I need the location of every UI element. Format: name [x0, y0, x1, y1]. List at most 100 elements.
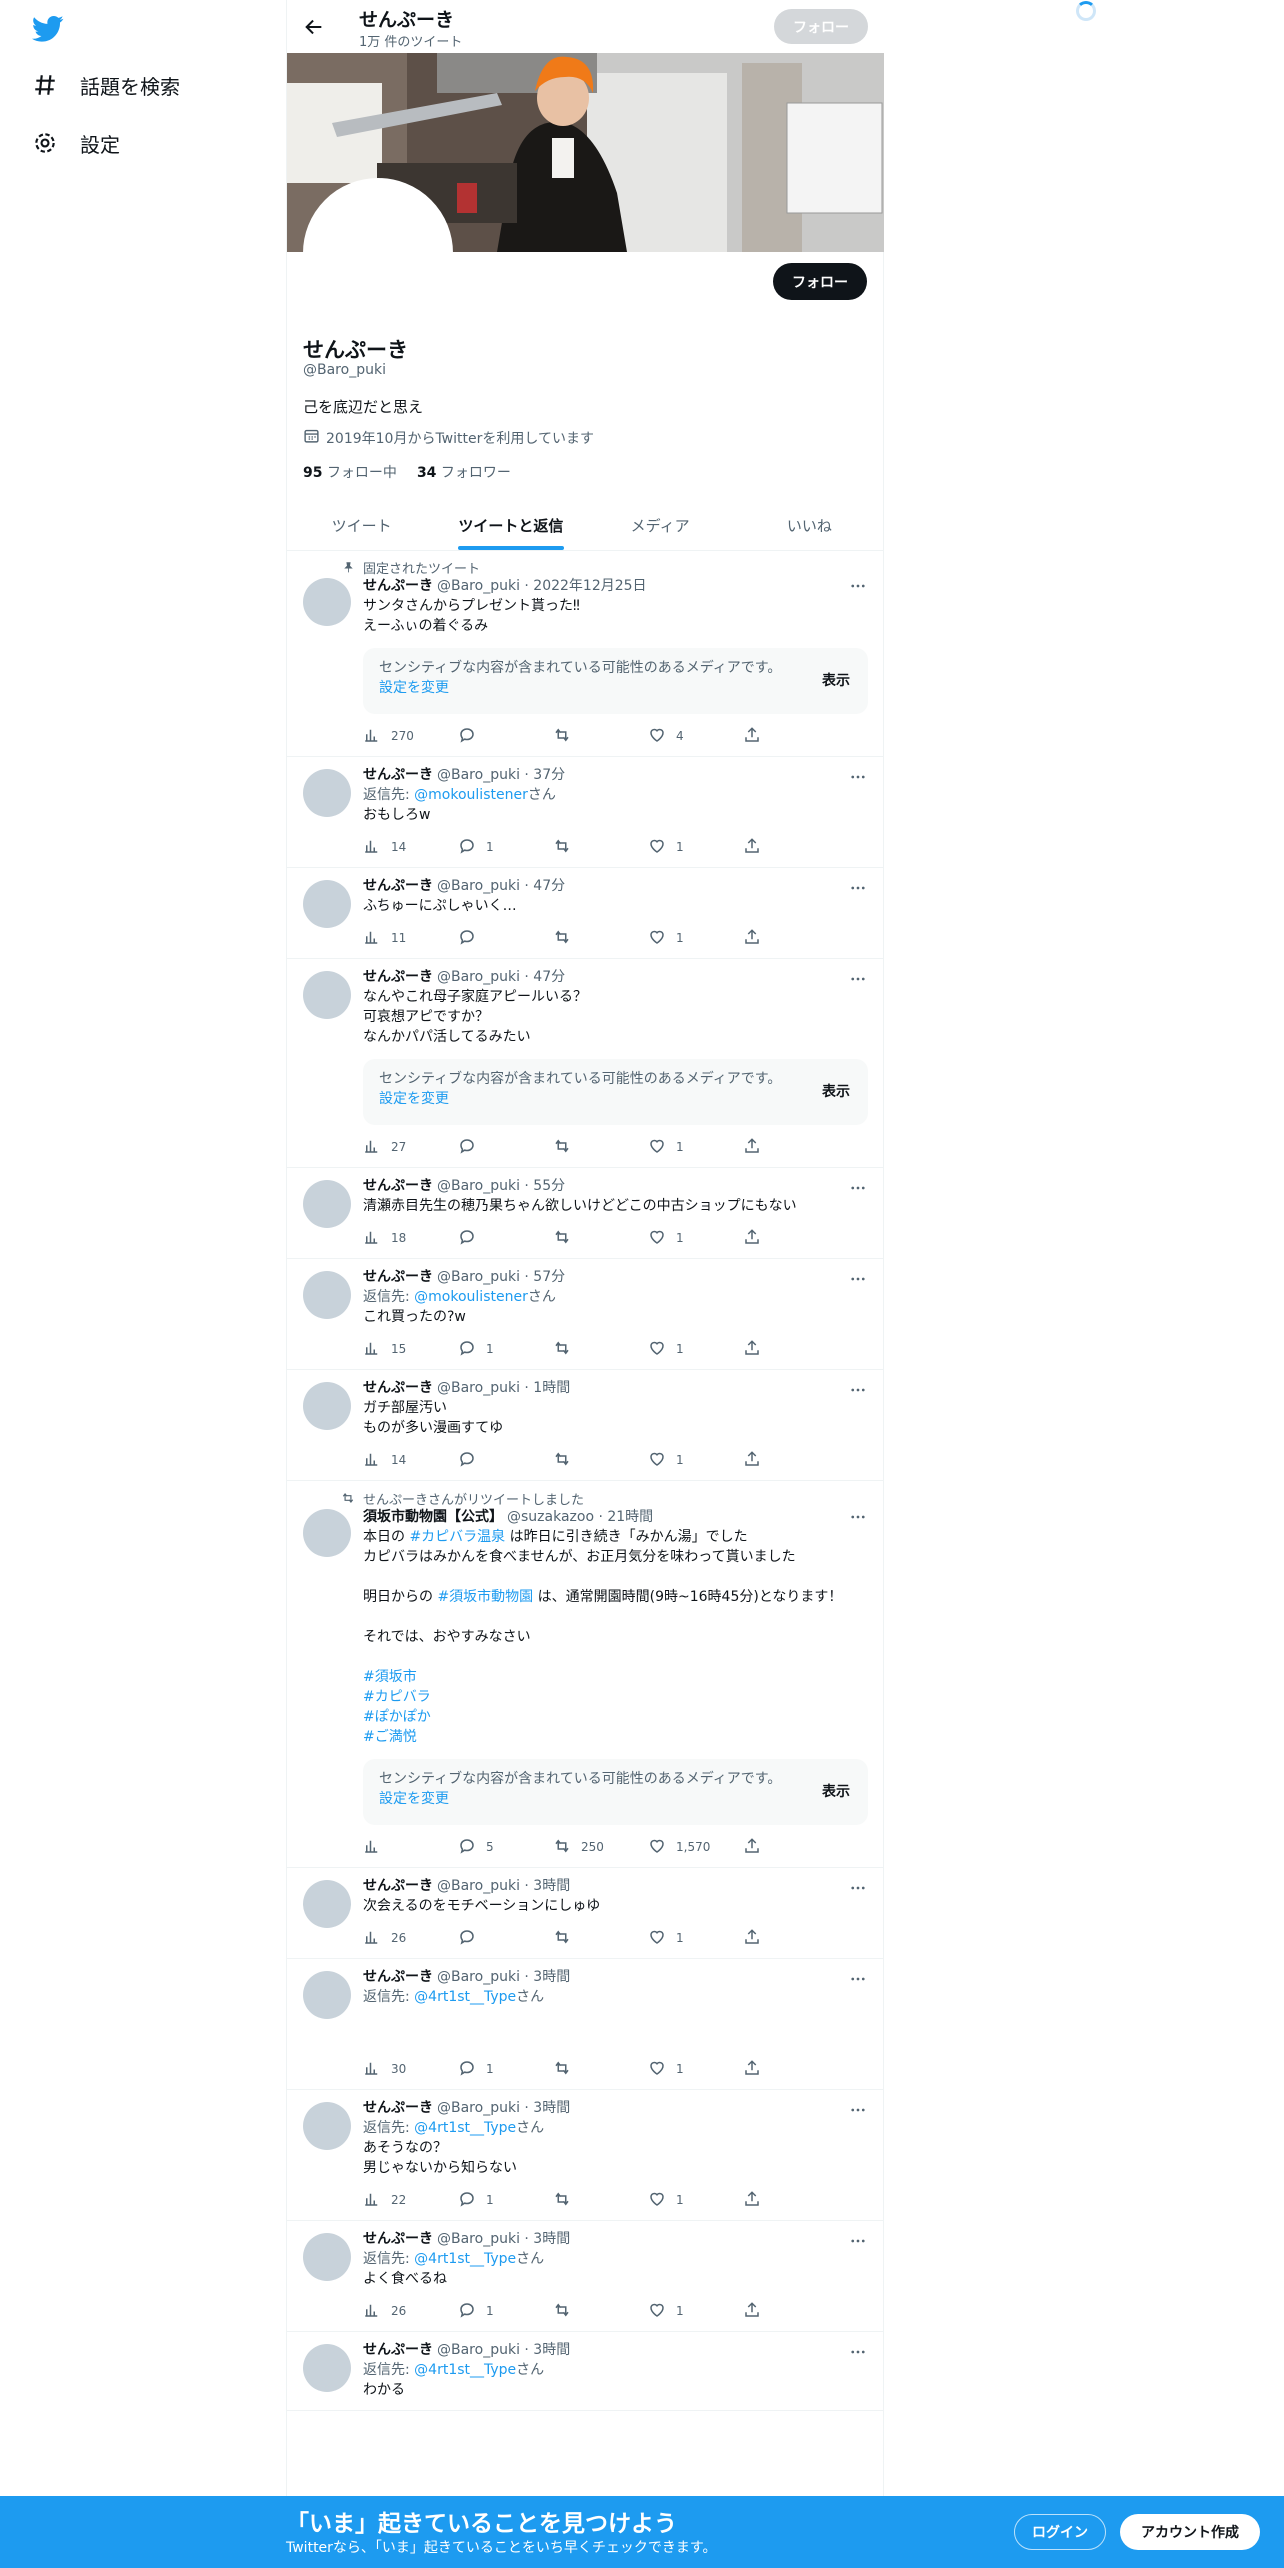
more-options-icon[interactable] [848, 1269, 868, 1289]
share-button[interactable] [743, 928, 838, 949]
tweet[interactable]: せんぷーき @Baro_puki · 3時間 返信先: @4rt1st__Typeさ… [287, 2090, 884, 2221]
more-options-icon[interactable] [848, 576, 868, 596]
reply-button[interactable]: 1 [458, 2059, 553, 2080]
tweet[interactable]: せんぷーき @Baro_puki · 57分 返信先: @mokoulistener… [287, 1259, 884, 1370]
show-media-button[interactable]: 表示 [822, 1781, 850, 1801]
tab-tweets[interactable]: ツイート [287, 500, 436, 550]
reply-to-link[interactable]: @4rt1st__Type [414, 2120, 516, 2136]
profile-avatar[interactable] [303, 178, 453, 328]
retweet-button[interactable]: 250 [553, 1837, 648, 1858]
retweet-button[interactable] [553, 1228, 648, 1249]
more-options-icon[interactable] [848, 1507, 868, 1527]
avatar[interactable] [303, 1880, 351, 1928]
tweet[interactable]: せんぷーき @Baro_puki · 1時間 ガチ部屋汚い ものが多い漫画すてゆ 14… [287, 1370, 884, 1481]
share-button[interactable] [743, 726, 838, 747]
reply-to-link[interactable]: @4rt1st__Type [414, 2251, 516, 2267]
like-button[interactable]: 1 [648, 1228, 743, 1249]
views-button[interactable]: 14 [363, 1450, 458, 1471]
tweet-author-name[interactable]: せんぷーき [363, 967, 433, 987]
more-options-icon[interactable] [848, 1878, 868, 1898]
change-settings-link[interactable]: 設定を変更 [379, 1791, 449, 1807]
avatar[interactable] [303, 2233, 351, 2281]
tweet-handle-time[interactable]: @Baro_puki · 3時間 [437, 1876, 570, 1896]
reply-button[interactable] [458, 1137, 553, 1158]
tab-media[interactable]: メディア [586, 500, 735, 550]
reply-button[interactable]: 5 [458, 1837, 553, 1858]
reply-to-link[interactable]: @4rt1st__Type [414, 1989, 516, 2005]
back-arrow-icon[interactable] [303, 16, 325, 38]
twitter-bird-icon[interactable] [31, 12, 64, 44]
retweet-button[interactable] [553, 2059, 648, 2080]
tweet-handle-time[interactable]: @suzakazoo · 21時間 [507, 1507, 653, 1527]
followers-link[interactable]: 34 フォロワー [417, 462, 511, 482]
avatar[interactable] [303, 1180, 351, 1228]
like-button[interactable]: 4 [648, 726, 743, 747]
avatar[interactable] [303, 1382, 351, 1430]
more-options-icon[interactable] [848, 2100, 868, 2120]
login-button[interactable]: ログイン [1014, 2514, 1106, 2550]
tweet-handle-time[interactable]: @Baro_puki · 1時間 [437, 1378, 570, 1398]
avatar[interactable] [303, 578, 351, 626]
share-button[interactable] [743, 1928, 838, 1949]
reply-button[interactable] [458, 1228, 553, 1249]
tweet[interactable]: せんぷーき @Baro_puki · 55分 清瀬赤目先生の穂乃果ちゃん欲しいけどど… [287, 1168, 884, 1259]
more-options-icon[interactable] [848, 878, 868, 898]
share-button[interactable] [743, 2301, 838, 2322]
reply-to-link[interactable]: @mokoulistener [414, 787, 528, 803]
share-button[interactable] [743, 2190, 838, 2211]
retweet-button[interactable] [553, 1339, 648, 1360]
reply-to-link[interactable]: @mokoulistener [414, 1289, 528, 1305]
tab-tweets-and-replies[interactable]: ツイートと返信 [436, 500, 585, 550]
hashtag-link[interactable]: #カピバラ温泉 [409, 1529, 505, 1545]
avatar[interactable] [303, 2344, 351, 2392]
tweet-author-name[interactable]: せんぷーき [363, 2340, 433, 2360]
avatar[interactable] [303, 971, 351, 1019]
tweet-author-name[interactable]: せんぷーき [363, 1967, 433, 1987]
hashtag-link[interactable]: #須坂市 [363, 1669, 417, 1685]
views-button[interactable]: 30 [363, 2059, 458, 2080]
reply-to-link[interactable]: @4rt1st__Type [414, 2362, 516, 2378]
avatar[interactable] [303, 769, 351, 817]
more-options-icon[interactable] [848, 767, 868, 787]
retweet-button[interactable] [553, 726, 648, 747]
like-button[interactable]: 1,570 [648, 1837, 743, 1858]
tweet-author-name[interactable]: 須坂市動物園【公式】 [363, 1507, 503, 1527]
tweet[interactable]: せんぷーき @Baro_puki · 47分 ふちゅーにぷしゃいく… 11 1 [287, 868, 884, 959]
reply-button[interactable]: 1 [458, 2301, 553, 2322]
hashtag-link[interactable]: #ぽかぽか [363, 1709, 431, 1725]
like-button[interactable]: 1 [648, 2301, 743, 2322]
avatar[interactable] [303, 2102, 351, 2150]
change-settings-link[interactable]: 設定を変更 [379, 1091, 449, 1107]
tab-likes[interactable]: いいね [735, 500, 884, 550]
share-button[interactable] [743, 1837, 838, 1858]
more-options-icon[interactable] [848, 2231, 868, 2251]
hashtag-link[interactable]: #ご満悦 [363, 1729, 417, 1745]
tweet-author-name[interactable]: せんぷーき [363, 576, 433, 596]
retweet-button[interactable] [553, 2301, 648, 2322]
tweet-author-name[interactable]: せんぷーき [363, 1267, 433, 1287]
show-media-button[interactable]: 表示 [822, 1081, 850, 1101]
tweet-author-name[interactable]: せんぷーき [363, 1876, 433, 1896]
tweet-handle-time[interactable]: @Baro_puki · 3時間 [437, 2229, 570, 2249]
tweet-handle-time[interactable]: @Baro_puki · 2022年12月25日 [437, 576, 647, 596]
reply-button[interactable] [458, 1450, 553, 1471]
tweet-author-name[interactable]: せんぷーき [363, 876, 433, 896]
tweet-author-name[interactable]: せんぷーき [363, 2098, 433, 2118]
retweet-button[interactable] [553, 1928, 648, 1949]
share-button[interactable] [743, 837, 838, 858]
share-button[interactable] [743, 1228, 838, 1249]
reply-button[interactable] [458, 726, 553, 747]
show-media-button[interactable]: 表示 [822, 670, 850, 690]
more-options-icon[interactable] [848, 1178, 868, 1198]
views-button[interactable]: 14 [363, 837, 458, 858]
following-link[interactable]: 95 フォロー中 [303, 462, 397, 482]
avatar[interactable] [303, 1509, 351, 1557]
like-button[interactable]: 1 [648, 2059, 743, 2080]
tweet-author-name[interactable]: せんぷーき [363, 2229, 433, 2249]
more-options-icon[interactable] [848, 1380, 868, 1400]
avatar[interactable] [303, 1971, 351, 2019]
sidebar-item-explore[interactable]: 話題を検索 [30, 70, 180, 100]
views-button[interactable]: 18 [363, 1228, 458, 1249]
views-button[interactable]: 270 [363, 726, 458, 747]
tweet-handle-time[interactable]: @Baro_puki · 3時間 [437, 1967, 570, 1987]
